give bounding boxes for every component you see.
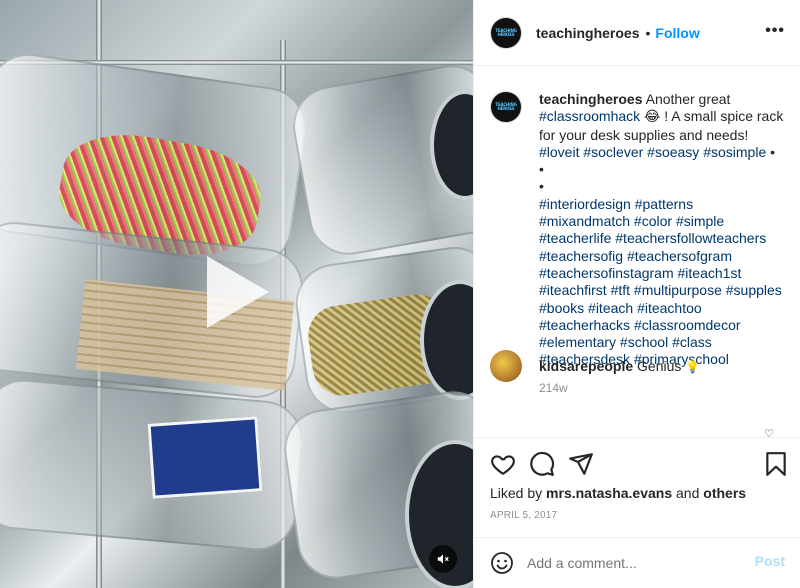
avatar-logo-text: TEACHING HEROES [495, 27, 517, 37]
post-video[interactable] [0, 0, 473, 588]
lightbulb-emoji-icon: 💡 [685, 360, 701, 374]
post-header: TEACHING HEROES teachingheroes • Follow … [474, 0, 800, 66]
post-actions: Liked by mrs.natasha.evans and others AP… [474, 437, 800, 537]
play-icon[interactable] [207, 256, 269, 328]
laughing-emoji-icon: 😂 [644, 109, 661, 126]
comment-body: Genius [637, 358, 682, 374]
heart-icon[interactable] [490, 451, 516, 477]
comment-icon[interactable] [529, 451, 555, 477]
caption-intro: Another great [645, 91, 731, 107]
bullet: • [770, 143, 776, 160]
follow-button[interactable]: Follow [655, 25, 699, 41]
hashtag-links[interactable]: #loveit #soclever #soeasy #sosimple [539, 144, 766, 160]
author-avatar[interactable]: TEACHING HEROES [490, 16, 522, 49]
liked-by-others[interactable]: others [703, 485, 746, 501]
commenter-avatar[interactable] [490, 350, 522, 382]
comment-username[interactable]: kidsarepeople [539, 358, 633, 374]
caption-age[interactable]: 214w [539, 381, 785, 395]
comment-composer: Post [474, 537, 800, 588]
bullet: • [539, 161, 544, 178]
liked-by-line: Liked by mrs.natasha.evans and others [490, 485, 746, 501]
author-username[interactable]: teachingheroes [536, 25, 639, 41]
instagram-post-modal: TEACHING HEROES teachingheroes • Follow … [0, 0, 800, 588]
avatar-logo-text: TEACHING HEROES [495, 102, 517, 111]
post-date[interactable]: APRIL 5, 2017 [490, 510, 557, 521]
more-options-icon[interactable]: ••• [765, 22, 785, 40]
speaker-muted-icon [437, 554, 449, 564]
hashtag-links[interactable]: #interiordesign #patterns #mixandmatch #… [539, 196, 782, 368]
mute-icon[interactable] [429, 545, 457, 573]
bookmark-icon[interactable] [763, 451, 789, 477]
caption-row: TEACHING HEROES teachingheroes Another g… [490, 91, 785, 369]
emoji-picker-icon[interactable] [490, 551, 514, 575]
liked-by-user[interactable]: mrs.natasha.evans [546, 485, 672, 501]
caption-username[interactable]: teachingheroes [539, 91, 642, 107]
post-side-panel: TEACHING HEROES teachingheroes • Follow … [473, 0, 800, 588]
liked-by-and: and [676, 485, 700, 501]
caption-text: teachingheroes Another great #classroomh… [539, 91, 784, 369]
comment-row: kidsarepeople Genius 💡 [490, 350, 700, 382]
share-icon[interactable] [568, 451, 594, 477]
bullet: • [539, 178, 544, 195]
glue-box [147, 416, 263, 499]
add-comment-input[interactable] [527, 555, 742, 571]
liked-by-prefix: Liked by [490, 485, 543, 501]
comment-text: kidsarepeople Genius 💡 [539, 358, 700, 374]
post-comment-button[interactable]: Post [755, 553, 785, 569]
hashtag-link[interactable]: #classroomhack [539, 108, 640, 124]
header-separator: • [645, 24, 651, 41]
caption-avatar[interactable]: TEACHING HEROES [490, 91, 522, 123]
